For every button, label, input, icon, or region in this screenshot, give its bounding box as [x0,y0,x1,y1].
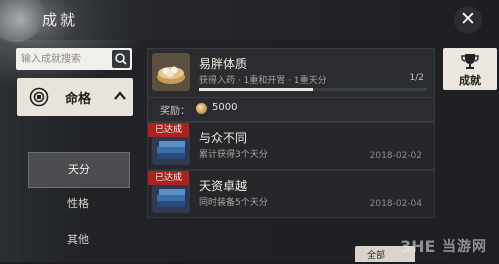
achievement-card[interactable]: 已达成 与众不同 累计获得3个天分 2018-02-02 [147,122,435,170]
search-icon [115,53,127,65]
achievement-title: 易胖体质 [199,57,248,71]
category-label: 命格 [65,92,92,107]
achievement-desc: 获得入药 · 1重和开胃 · 1重天分 [199,76,327,86]
top-bar: 成就 ✕ [0,0,499,40]
sidebar-item-personality[interactable]: 性格 [28,187,128,221]
reward-label: 奖励： [160,106,190,117]
progress-text: 1/2 [409,73,424,83]
filter-label: 全部 [367,251,386,261]
achieved-badge: 已达成 [148,171,189,185]
watermark: 3HE 当游网 [398,232,498,260]
category-header-fate[interactable]: 命格 [17,78,133,116]
sidebar-item-talent[interactable]: 天分 [28,152,130,188]
chevron-up-icon [114,91,126,100]
dumpling-steamer-icon [152,53,190,91]
achievement-date: 2018-02-04 [369,199,422,209]
sidebar-item-other[interactable]: 其他 [28,223,128,257]
progress-fill [199,88,313,91]
coin-icon [196,103,207,114]
achievement-title: 天资卓越 [199,179,248,193]
achievement-card[interactable]: 已达成 天资卓越 同时装备5个天分 2018-02-04 [147,170,435,218]
page-title: 成就 [42,11,79,29]
svg-text:3HE: 3HE [400,237,435,256]
reward-value: 5000 [212,102,238,113]
trophy-icon [461,54,479,69]
search-input[interactable] [16,48,113,70]
achievement-date: 2018-02-02 [369,151,422,161]
fate-emblem-icon [29,87,49,107]
achievement-desc: 同时装备5个天分 [199,198,268,208]
reward-row: 奖励： 5000 [148,97,434,120]
achieved-badge: 已达成 [148,123,189,137]
achievement-title: 与众不同 [199,131,248,145]
sidebar-rail [17,116,19,262]
tab-achievements[interactable]: 成就 [443,48,497,90]
achievement-card[interactable]: 易胖体质 获得入药 · 1重和开胃 · 1重天分 1/2 奖励： 5000 [147,48,435,122]
watermark-logo: 3HE [400,237,435,256]
close-icon: ✕ [460,8,476,30]
watermark-text: 当游网 [442,239,487,255]
search-button[interactable] [112,50,130,68]
close-button[interactable]: ✕ [454,6,482,34]
tab-achievements-label: 成就 [459,74,481,87]
search-box [16,48,132,70]
progress-bar [199,88,427,91]
achievement-desc: 累计获得3个天分 [199,150,268,160]
